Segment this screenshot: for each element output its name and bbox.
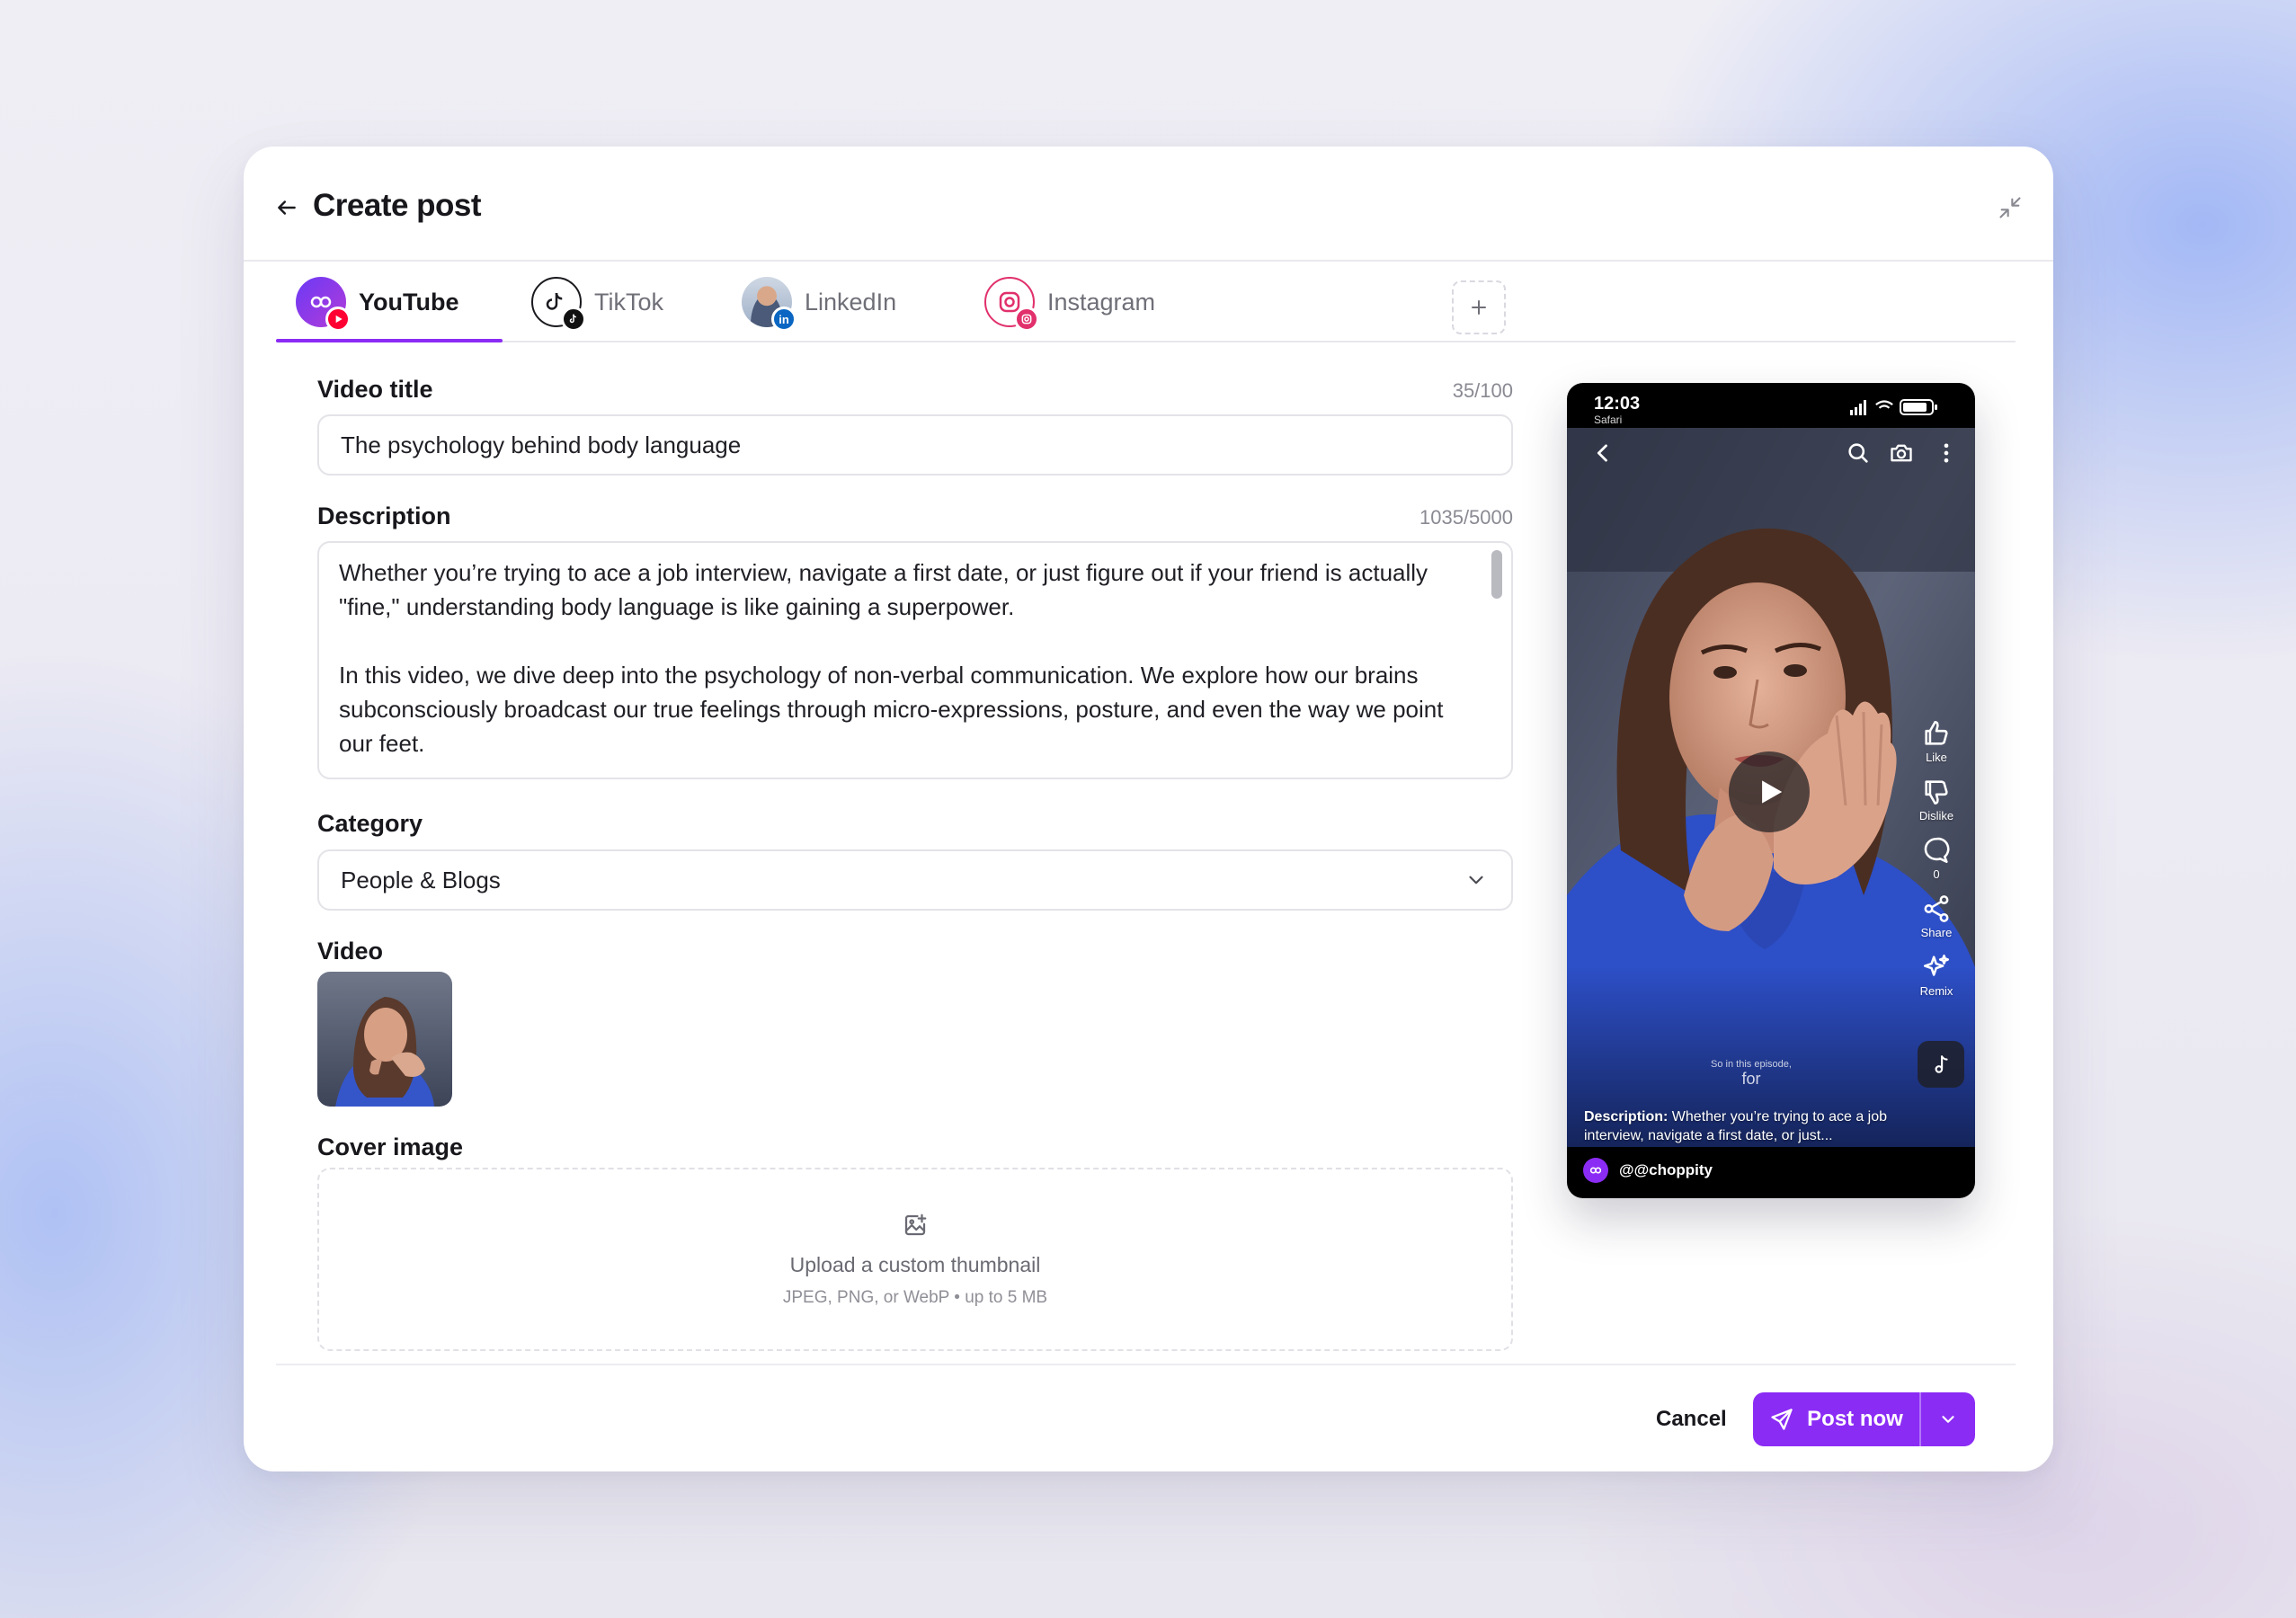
search-icon[interactable] bbox=[1846, 440, 1871, 466]
browser-toolbar bbox=[1567, 435, 1975, 471]
collapse-icon bbox=[1999, 197, 2021, 218]
share-icon bbox=[1924, 895, 1949, 922]
create-post-modal: Create post YouTube TikTok in LinkedIn I… bbox=[244, 147, 2053, 1471]
tab-label: Instagram bbox=[1047, 288, 1156, 316]
plus-icon bbox=[1472, 300, 1486, 315]
cancel-button[interactable]: Cancel bbox=[1636, 1392, 1747, 1446]
signal-icon bbox=[1850, 400, 1866, 415]
battery-icon bbox=[1900, 399, 1937, 415]
chevron-left-icon[interactable] bbox=[1590, 440, 1615, 466]
share-label: Share bbox=[1920, 926, 1953, 939]
tab-linkedin[interactable]: in LinkedIn bbox=[742, 263, 921, 341]
dislike-label: Dislike bbox=[1918, 809, 1954, 822]
video-label: Video bbox=[317, 938, 384, 965]
arrow-left-icon bbox=[278, 200, 296, 215]
video-title-label: Video title bbox=[317, 376, 433, 403]
description-label: Description bbox=[317, 502, 451, 529]
description-scrollbar[interactable] bbox=[1491, 550, 1502, 599]
side-actions: Like Dislike 0 Share Remix bbox=[1909, 718, 1964, 1010]
post-options-button[interactable] bbox=[1921, 1392, 1975, 1446]
comments-count: 0 bbox=[1933, 867, 1940, 881]
thumbs-down-icon bbox=[1925, 780, 1948, 805]
like-action[interactable]: Like bbox=[1921, 718, 1952, 764]
status-app: Safari bbox=[1594, 413, 1623, 426]
description-char-counter: 1035/5000 bbox=[1419, 506, 1513, 529]
page-title: Create post bbox=[313, 188, 482, 223]
comment-icon bbox=[1924, 837, 1950, 864]
instagram-badge-icon bbox=[1014, 307, 1039, 332]
preview-description: Description: Whether you’re trying to ac… bbox=[1584, 1107, 1908, 1145]
tab-tiktok[interactable]: TikTok bbox=[531, 263, 711, 341]
wifi-icon bbox=[1875, 400, 1893, 409]
category-label: Category bbox=[317, 810, 423, 837]
camera-icon[interactable] bbox=[1889, 440, 1914, 466]
send-icon bbox=[1771, 1409, 1793, 1430]
channel-handle[interactable]: @@choppity bbox=[1583, 1157, 1713, 1184]
category-select[interactable]: People & Blogs bbox=[317, 849, 1513, 911]
title-char-counter: 35/100 bbox=[1452, 379, 1513, 402]
tab-instagram[interactable]: Instagram bbox=[984, 263, 1182, 341]
channel-avatar bbox=[1583, 1158, 1608, 1183]
mobile-preview: 12:03 Safari So in this episode, for Lik… bbox=[1567, 383, 1975, 1198]
video-subtitle: for bbox=[1741, 1070, 1761, 1088]
cover-image-dropzone[interactable]: Upload a custom thumbnail JPEG, PNG, or … bbox=[317, 1168, 1513, 1351]
music-note-icon bbox=[1935, 1055, 1948, 1073]
sparkles-icon bbox=[1923, 954, 1950, 976]
video-thumbnail-image bbox=[317, 972, 452, 1107]
linkedin-badge-icon: in bbox=[771, 307, 796, 332]
add-platform-button[interactable] bbox=[1452, 280, 1506, 334]
video-title-value: The psychology behind body language bbox=[341, 431, 742, 458]
post-now-label: Post now bbox=[1807, 1407, 1903, 1431]
back-button[interactable] bbox=[263, 184, 310, 231]
more-vertical-icon[interactable] bbox=[1934, 440, 1959, 466]
play-icon bbox=[1762, 780, 1783, 804]
choppity-logo-icon bbox=[1589, 1167, 1602, 1174]
video-thumbnail[interactable] bbox=[317, 972, 452, 1107]
description-paragraph: In this video, we dive deep into the psy… bbox=[339, 662, 1444, 757]
footer-divider bbox=[276, 1364, 2016, 1365]
cover-image-label: Cover image bbox=[317, 1133, 464, 1160]
video-title-input[interactable]: The psychology behind body language bbox=[317, 414, 1513, 476]
post-button-group: Post now bbox=[1753, 1392, 1975, 1446]
description-prefix: Description: bbox=[1584, 1109, 1669, 1125]
phone-status-bar: 12:03 Safari bbox=[1567, 383, 1975, 428]
tab-label: TikTok bbox=[594, 288, 664, 316]
comments-action[interactable]: 0 bbox=[1921, 835, 1952, 881]
remix-action[interactable]: Remix bbox=[1920, 952, 1953, 998]
image-upload-icon bbox=[904, 1214, 927, 1235]
tiktok-badge-icon bbox=[561, 307, 586, 332]
remix-label: Remix bbox=[1919, 984, 1953, 998]
like-label: Like bbox=[1926, 751, 1947, 764]
video-subtitle-small: So in this episode, bbox=[1711, 1059, 1792, 1070]
category-value: People & Blogs bbox=[341, 866, 501, 893]
play-button[interactable] bbox=[1729, 751, 1810, 832]
chevron-down-icon bbox=[1942, 1416, 1954, 1423]
youtube-badge-icon bbox=[325, 307, 351, 332]
description-textarea[interactable]: Whether you’re trying to ace a job inter… bbox=[317, 541, 1513, 779]
music-button[interactable] bbox=[1918, 1041, 1964, 1088]
minimize-button[interactable] bbox=[1987, 184, 2033, 231]
channel-name: @@choppity bbox=[1619, 1161, 1713, 1178]
dislike-action[interactable]: Dislike bbox=[1919, 777, 1953, 822]
status-time: 12:03 bbox=[1594, 394, 1641, 413]
upload-hint: JPEG, PNG, or WebP • up to 5 MB bbox=[782, 1287, 1048, 1307]
tab-label: LinkedIn bbox=[805, 288, 897, 316]
tab-youtube[interactable]: YouTube bbox=[276, 263, 503, 342]
header-divider bbox=[244, 260, 2053, 262]
upload-title: Upload a custom thumbnail bbox=[789, 1252, 1041, 1276]
thumbs-up-icon bbox=[1925, 720, 1948, 745]
chevron-down-icon bbox=[1469, 876, 1483, 885]
description-paragraph: Whether you’re trying to ace a job inter… bbox=[339, 559, 1428, 620]
post-now-button[interactable]: Post now bbox=[1753, 1392, 1919, 1446]
tab-label: YouTube bbox=[359, 288, 459, 316]
share-action[interactable]: Share bbox=[1920, 893, 1953, 939]
